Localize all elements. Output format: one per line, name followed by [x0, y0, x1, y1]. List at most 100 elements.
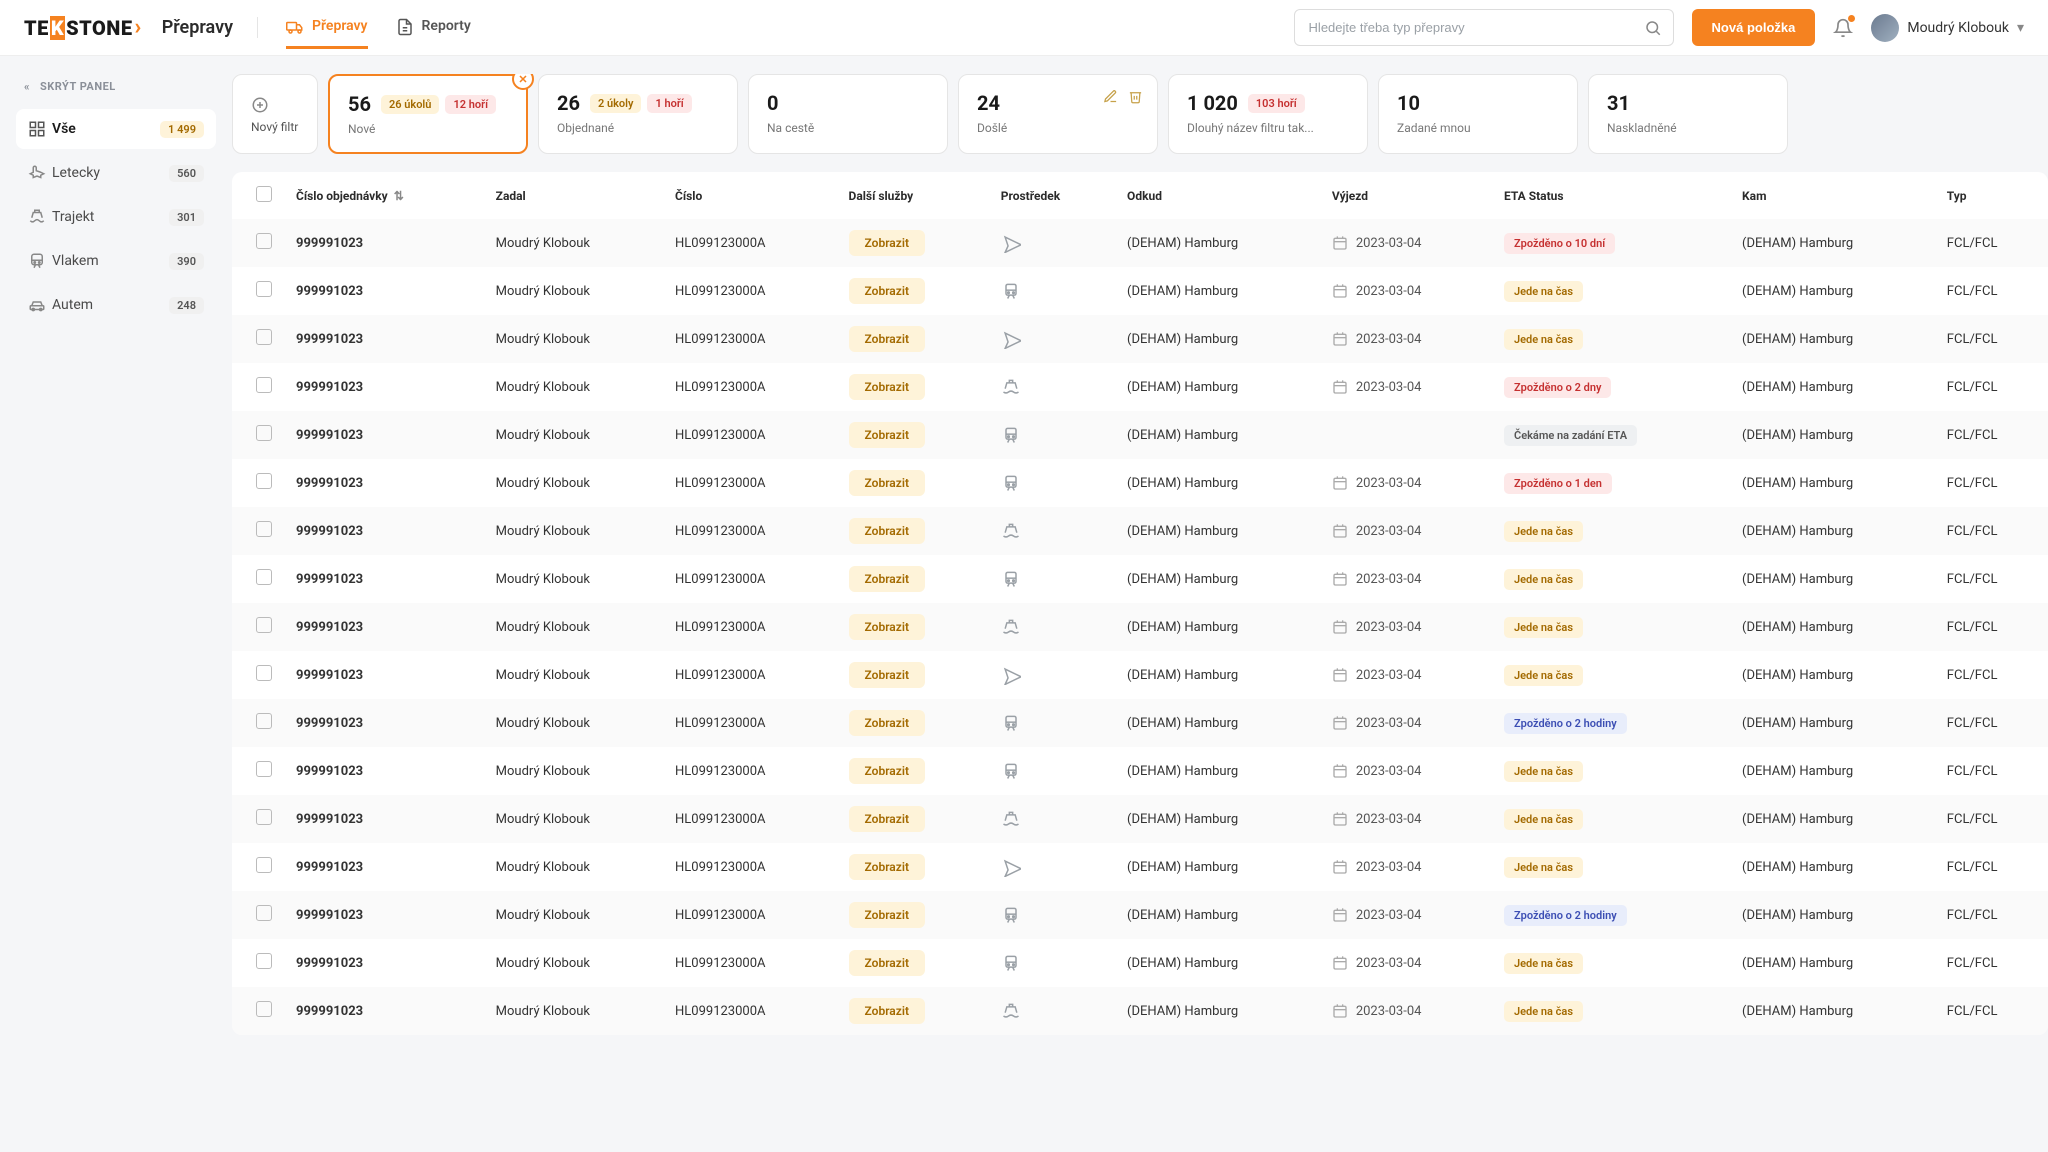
col-services[interactable]: Další služby [837, 172, 989, 219]
row-checkbox[interactable] [256, 233, 272, 249]
table-row[interactable]: 999991023 Moudrý Klobouk HL099123000A Zo… [232, 555, 2048, 603]
show-services-button[interactable]: Zobrazit [849, 374, 925, 400]
table-row[interactable]: 999991023 Moudrý Klobouk HL099123000A Zo… [232, 219, 2048, 267]
row-checkbox[interactable] [256, 377, 272, 393]
table-row[interactable]: 999991023 Moudrý Klobouk HL099123000A Zo… [232, 699, 2048, 747]
filter-card[interactable]: 262 úkoly1 hoříObjednané [538, 74, 738, 154]
train-icon [28, 252, 52, 270]
cell-order: 999991023 [284, 699, 484, 747]
user-menu[interactable]: Moudrý Klobouk ▾ [1871, 14, 2024, 42]
filter-card[interactable]: 31Naskladněné [1588, 74, 1788, 154]
sidebar-item-autem[interactable]: Autem248 [16, 285, 216, 325]
calendar-icon [1332, 283, 1348, 299]
show-services-button[interactable]: Zobrazit [849, 422, 925, 448]
show-services-button[interactable]: Zobrazit [849, 806, 925, 832]
table-row[interactable]: 999991023 Moudrý Klobouk HL099123000A Zo… [232, 891, 2048, 939]
tab-transports[interactable]: Přepravy [286, 6, 367, 49]
sidebar-item-vše[interactable]: Vše1 499 [16, 109, 216, 149]
row-checkbox[interactable] [256, 857, 272, 873]
filter-card[interactable]: 0Na cestě [748, 74, 948, 154]
filter-card[interactable]: 10Zadané mnou [1378, 74, 1578, 154]
filter-card[interactable]: ✕5626 úkolů12 hoříNové [328, 74, 528, 154]
row-checkbox[interactable] [256, 665, 272, 681]
search-input[interactable] [1294, 9, 1674, 46]
sidebar-item-letecky[interactable]: Letecky560 [16, 153, 216, 193]
show-services-button[interactable]: Zobrazit [849, 470, 925, 496]
app-title: Přepravy [162, 17, 258, 38]
notifications-icon[interactable] [1833, 17, 1853, 38]
show-services-button[interactable]: Zobrazit [849, 230, 925, 256]
search-icon[interactable] [1644, 19, 1662, 37]
close-icon[interactable]: ✕ [512, 74, 534, 90]
show-services-button[interactable]: Zobrazit [849, 854, 925, 880]
sidebar-item-label: Vše [52, 121, 160, 137]
trash-icon[interactable] [1128, 89, 1143, 104]
show-services-button[interactable]: Zobrazit [849, 566, 925, 592]
date-value: 2023-03-04 [1356, 1004, 1422, 1019]
table-row[interactable]: 999991023 Moudrý Klobouk HL099123000A Zo… [232, 363, 2048, 411]
calendar-icon [1332, 955, 1348, 971]
table-row[interactable]: 999991023 Moudrý Klobouk HL099123000A Zo… [232, 315, 2048, 363]
table-row[interactable]: 999991023 Moudrý Klobouk HL099123000A Zo… [232, 747, 2048, 795]
edit-icon[interactable] [1103, 89, 1118, 104]
hide-panel-button[interactable]: « SKRÝT PANEL [16, 74, 216, 109]
show-services-button[interactable]: Zobrazit [849, 998, 925, 1024]
table-row[interactable]: 999991023 Moudrý Klobouk HL099123000A Zo… [232, 603, 2048, 651]
show-services-button[interactable]: Zobrazit [849, 326, 925, 352]
row-checkbox[interactable] [256, 761, 272, 777]
show-services-button[interactable]: Zobrazit [849, 278, 925, 304]
row-checkbox[interactable] [256, 473, 272, 489]
calendar-icon [1332, 235, 1348, 251]
table-row[interactable]: 999991023 Moudrý Klobouk HL099123000A Zo… [232, 411, 2048, 459]
table-row[interactable]: 999991023 Moudrý Klobouk HL099123000A Zo… [232, 987, 2048, 1035]
table-row[interactable]: 999991023 Moudrý Klobouk HL099123000A Zo… [232, 459, 2048, 507]
row-checkbox[interactable] [256, 617, 272, 633]
row-checkbox[interactable] [256, 905, 272, 921]
show-services-button[interactable]: Zobrazit [849, 614, 925, 640]
cell-to: (DEHAM) Hamburg [1730, 507, 1935, 555]
show-services-button[interactable]: Zobrazit [849, 662, 925, 688]
col-type[interactable]: Typ [1935, 172, 2048, 219]
show-services-button[interactable]: Zobrazit [849, 518, 925, 544]
col-depart[interactable]: Výjezd [1320, 172, 1492, 219]
select-all-checkbox[interactable] [256, 186, 272, 202]
row-checkbox[interactable] [256, 425, 272, 441]
show-services-button[interactable]: Zobrazit [849, 710, 925, 736]
row-checkbox[interactable] [256, 329, 272, 345]
cell-type: FCL/FCL [1935, 795, 2048, 843]
table-row[interactable]: 999991023 Moudrý Klobouk HL099123000A Zo… [232, 795, 2048, 843]
table-row[interactable]: 999991023 Moudrý Klobouk HL099123000A Zo… [232, 651, 2048, 699]
new-filter-button[interactable]: Nový filtr [232, 74, 318, 154]
train-icon [1001, 281, 1021, 300]
show-services-button[interactable]: Zobrazit [849, 950, 925, 976]
col-from[interactable]: Odkud [1115, 172, 1320, 219]
table-row[interactable]: 999991023 Moudrý Klobouk HL099123000A Zo… [232, 267, 2048, 315]
cell-from: (DEHAM) Hamburg [1115, 987, 1320, 1035]
col-by[interactable]: Zadal [484, 172, 663, 219]
table-row[interactable]: 999991023 Moudrý Klobouk HL099123000A Zo… [232, 507, 2048, 555]
train-icon [1001, 905, 1021, 924]
filter-card[interactable]: 24Došlé [958, 74, 1158, 154]
row-checkbox[interactable] [256, 1001, 272, 1017]
filter-card[interactable]: 1 020103 hoříDlouhý název filtru tak... [1168, 74, 1368, 154]
sidebar-item-vlakem[interactable]: Vlakem390 [16, 241, 216, 281]
row-checkbox[interactable] [256, 713, 272, 729]
row-checkbox[interactable] [256, 953, 272, 969]
show-services-button[interactable]: Zobrazit [849, 758, 925, 784]
new-item-button[interactable]: Nová položka [1692, 9, 1816, 46]
table-row[interactable]: 999991023 Moudrý Klobouk HL099123000A Zo… [232, 939, 2048, 987]
app-logo[interactable]: TEKSTONE› [24, 15, 142, 40]
row-checkbox[interactable] [256, 521, 272, 537]
show-services-button[interactable]: Zobrazit [849, 902, 925, 928]
col-mode[interactable]: Prostředek [989, 172, 1115, 219]
col-eta[interactable]: ETA Status [1492, 172, 1730, 219]
sidebar-item-trajekt[interactable]: Trajekt301 [16, 197, 216, 237]
row-checkbox[interactable] [256, 809, 272, 825]
row-checkbox[interactable] [256, 281, 272, 297]
row-checkbox[interactable] [256, 569, 272, 585]
col-to[interactable]: Kam [1730, 172, 1935, 219]
table-row[interactable]: 999991023 Moudrý Klobouk HL099123000A Zo… [232, 843, 2048, 891]
tab-reports[interactable]: Reporty [396, 6, 471, 49]
sort-icon[interactable]: ⇅ [394, 189, 404, 203]
col-num[interactable]: Číslo [663, 172, 837, 219]
